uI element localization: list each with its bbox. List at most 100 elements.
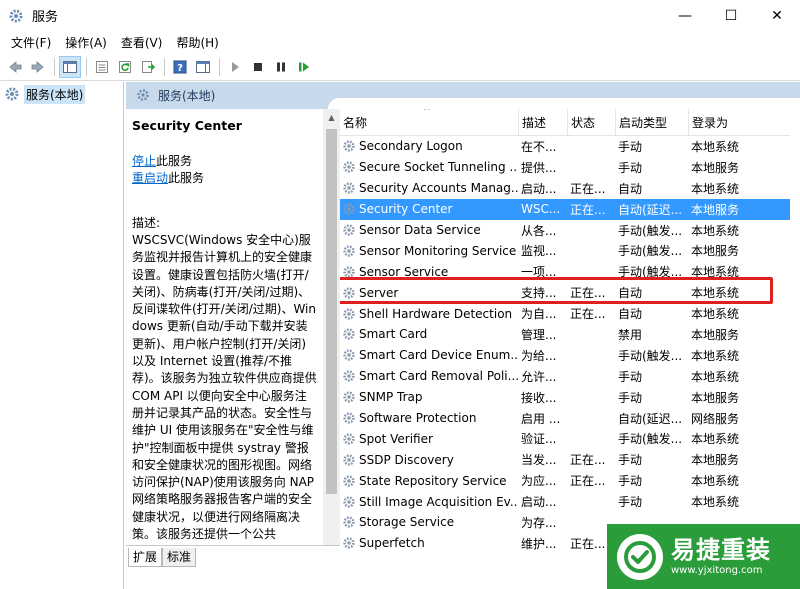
- table-row[interactable]: Security Accounts Manag... 启动... 正在... 自动 本地…: [340, 178, 790, 199]
- service-startup-cell: 手动: [618, 453, 643, 468]
- title-bar: 服务 — ☐ ✕: [0, 0, 800, 31]
- table-row[interactable]: Smart Card 管理... 禁用 本地服务: [340, 324, 790, 345]
- service-name: SNMP Trap: [359, 390, 423, 405]
- service-description-cell: 接收...: [521, 390, 557, 405]
- toolbar-separator: [86, 57, 87, 76]
- table-row[interactable]: SNMP Trap 接收... 手动 本地服务: [340, 387, 790, 408]
- show-action-pane-icon: [196, 60, 210, 73]
- service-name-cell: Smart Card Device Enum...: [340, 348, 518, 362]
- table-row[interactable]: Secure Socket Tunneling ... 提供... 手动 本地服务: [340, 157, 790, 178]
- table-row[interactable]: Spot Verifier 验证... 手动(触发... 本地系统: [340, 428, 790, 449]
- list-header: ^ 名称 描述 状态 启动类型 登录为: [340, 109, 790, 136]
- menu-file[interactable]: 文件(F): [4, 34, 58, 51]
- service-gear-icon: [342, 348, 356, 362]
- service-name: Sensor Monitoring Service: [359, 243, 517, 258]
- content-pane: 服务(本地) Security Center 停止此服务 重启动此服务 描述: …: [126, 82, 800, 589]
- tab-standard[interactable]: 标准: [162, 548, 197, 567]
- service-logon-cell: 本地系统: [691, 307, 740, 322]
- table-row[interactable]: Sensor Data Service 从各... 手动(触发... 本地系统: [340, 220, 790, 241]
- menu-view[interactable]: 查看(V): [114, 34, 170, 51]
- service-startup-cell: 自动: [618, 286, 643, 301]
- pause-service-button[interactable]: [270, 56, 292, 78]
- properties-button[interactable]: [91, 56, 113, 78]
- restart-service-suffix: 此服务: [168, 171, 205, 185]
- service-startup-cell: 自动(延迟...: [618, 411, 683, 426]
- service-gear-icon: [342, 244, 356, 258]
- maximize-button[interactable]: ☐: [708, 0, 754, 31]
- table-row[interactable]: Sensor Monitoring Service 监视... 手动(触发... 本地…: [340, 240, 790, 261]
- close-button[interactable]: ✕: [754, 0, 800, 31]
- service-description-cell: 维护...: [521, 536, 557, 551]
- service-logon-cell: 本地服务: [691, 390, 740, 405]
- service-gear-icon: [342, 160, 356, 174]
- restart-service-link[interactable]: 重启动: [132, 171, 168, 185]
- service-rows: Secondary Logon 在不... 手动 本地系统 Secure Socket …: [340, 136, 790, 554]
- service-gear-icon: [342, 453, 356, 467]
- service-startup-cell: 手动(触发...: [618, 244, 683, 259]
- services-gear-icon: [9, 9, 23, 22]
- description-pane: Security Center 停止此服务 重启动此服务 描述: WSCSVC(…: [126, 109, 323, 545]
- content-title: 服务(本地): [158, 89, 216, 103]
- search-gear-icon: [137, 88, 149, 101]
- service-name-cell: Security Accounts Manag...: [340, 181, 518, 195]
- service-status-cell: 正在...: [570, 474, 606, 489]
- service-name: Smart Card: [359, 327, 428, 342]
- table-row[interactable]: Server 支持... 正在... 自动 本地系统: [340, 282, 790, 303]
- help-button[interactable]: ?: [169, 56, 191, 78]
- restart-service-button[interactable]: [293, 56, 315, 78]
- start-service-button[interactable]: [224, 56, 246, 78]
- service-name: Spot Verifier: [359, 431, 433, 446]
- table-row[interactable]: Secondary Logon 在不... 手动 本地系统: [340, 136, 790, 157]
- service-name-cell: Sensor Data Service: [340, 223, 518, 237]
- service-logon-cell: 本地系统: [691, 495, 740, 510]
- service-logon-cell: 本地系统: [691, 432, 740, 447]
- table-row[interactable]: Smart Card Removal Poli... 允许... 手动 本地系统: [340, 366, 790, 387]
- table-row[interactable]: State Repository Service 为应... 正在... 手动 本地系统: [340, 470, 790, 491]
- sort-ascending-icon: ^: [423, 109, 431, 117]
- table-row[interactable]: Still Image Acquisition Ev... 启动... 手动 本地系统: [340, 491, 790, 512]
- forward-button[interactable]: [27, 56, 49, 78]
- toolbar: ?: [0, 53, 800, 81]
- service-gear-icon: [342, 202, 356, 216]
- stop-service-line: 停止此服务: [132, 153, 317, 170]
- selected-service-name: Security Center: [132, 118, 242, 133]
- menu-action[interactable]: 操作(A): [58, 34, 114, 51]
- scroll-thumb[interactable]: [326, 129, 337, 494]
- service-startup-cell: 手动: [618, 474, 643, 489]
- back-button[interactable]: [4, 56, 26, 78]
- service-name: Software Protection: [359, 411, 477, 426]
- description-scrollbar[interactable]: ▲: [323, 109, 340, 545]
- table-row[interactable]: Sensor Service 一项... 手动(触发... 本地系统: [340, 261, 790, 282]
- service-name-cell: SSDP Discovery: [340, 453, 518, 467]
- service-name: Smart Card Device Enum...: [359, 348, 518, 363]
- column-status[interactable]: 状态: [567, 109, 615, 136]
- column-description[interactable]: 描述: [518, 109, 567, 136]
- table-row[interactable]: Security Center WSC... 正在... 自动(延迟... 本地服务: [340, 198, 790, 220]
- service-name-cell: Server: [340, 286, 518, 300]
- service-description-cell: 启动...: [521, 181, 557, 196]
- table-row[interactable]: Shell Hardware Detection 为自... 正在... 自动 本地系统: [340, 303, 790, 324]
- table-row[interactable]: Software Protection 启用 ... 自动(延迟... 网络服务: [340, 408, 790, 429]
- table-row[interactable]: SSDP Discovery 当发... 正在... 手动 本地服务: [340, 449, 790, 470]
- service-description-cell: 提供...: [521, 160, 557, 175]
- export-list-button[interactable]: [137, 56, 159, 78]
- menu-help[interactable]: 帮助(H): [169, 34, 225, 51]
- stop-service-button[interactable]: [247, 56, 269, 78]
- table-row[interactable]: Smart Card Device Enum... 为给... 手动(触发... 本地…: [340, 345, 790, 366]
- service-gear-icon: [342, 307, 356, 321]
- stop-service-link[interactable]: 停止: [132, 154, 156, 168]
- tree-item-services-local[interactable]: 服务(本地): [0, 82, 123, 106]
- service-name: Server: [359, 285, 399, 300]
- service-description-cell: 管理...: [521, 327, 557, 342]
- scroll-up-icon[interactable]: ▲: [323, 109, 340, 126]
- services-gear-icon: [5, 87, 19, 101]
- refresh-button[interactable]: [114, 56, 136, 78]
- tab-extended[interactable]: 扩展: [128, 548, 163, 567]
- show-action-pane-button[interactable]: [192, 56, 214, 78]
- service-status-cell: 正在...: [570, 286, 606, 301]
- column-startup-type[interactable]: 启动类型: [615, 109, 688, 136]
- column-log-on-as[interactable]: 登录为: [688, 109, 768, 136]
- minimize-button[interactable]: —: [662, 0, 708, 31]
- stop-service-suffix: 此服务: [156, 154, 193, 168]
- show-hide-console-tree-button[interactable]: [59, 55, 81, 78]
